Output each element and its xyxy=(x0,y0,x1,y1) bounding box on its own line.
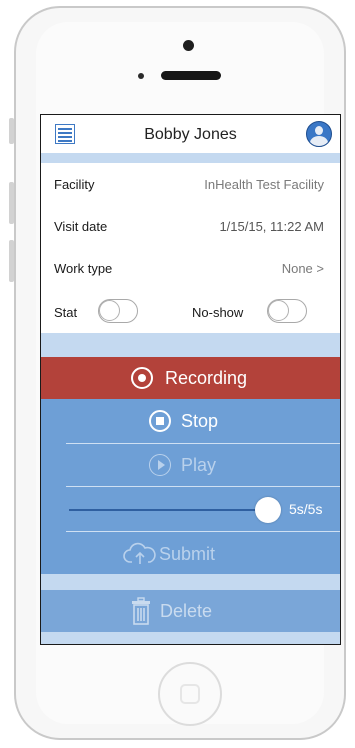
trash-icon xyxy=(132,597,150,625)
toggle-knob xyxy=(268,300,289,321)
toggle-knob xyxy=(99,300,120,321)
mute-switch xyxy=(9,118,14,144)
recording-button[interactable]: Recording xyxy=(41,357,340,399)
no-show-label: No-show xyxy=(192,305,244,320)
play-button[interactable]: Play xyxy=(41,444,340,486)
record-icon xyxy=(131,367,153,389)
footer-band xyxy=(41,632,340,644)
page-title: Bobby Jones xyxy=(144,126,237,143)
work-type-row[interactable]: Work type None > xyxy=(41,247,340,289)
flags-row: Stat No-show xyxy=(41,289,340,333)
cloud-upload-icon xyxy=(123,542,156,564)
play-icon xyxy=(149,454,171,476)
volume-down-button xyxy=(9,240,14,282)
no-show-toggle[interactable] xyxy=(267,299,307,323)
stop-label: Stop xyxy=(181,411,219,431)
play-label: Play xyxy=(181,455,217,475)
facility-row[interactable]: Facility InHealth Test Facility xyxy=(41,163,340,205)
divider xyxy=(66,486,340,487)
visit-date-label: Visit date xyxy=(54,219,108,234)
delete-button[interactable]: Delete xyxy=(41,590,340,632)
stop-button[interactable]: Stop xyxy=(41,399,340,443)
front-camera xyxy=(183,40,194,51)
user-avatar-icon[interactable] xyxy=(306,121,332,147)
app-screen: Bobby Jones Facility InHealth Test Facil… xyxy=(40,114,341,645)
home-button[interactable] xyxy=(158,662,222,726)
recording-label: Recording xyxy=(165,368,248,388)
playback-slider-track[interactable] xyxy=(69,509,269,511)
form-divider xyxy=(41,333,340,357)
home-square-icon xyxy=(180,684,200,704)
volume-up-button xyxy=(9,182,14,224)
submit-label: Submit xyxy=(159,544,216,564)
stat-label: Stat xyxy=(54,305,78,320)
recorder-divider xyxy=(41,574,340,590)
nav-header: Bobby Jones xyxy=(41,115,340,153)
earpiece-speaker xyxy=(161,71,221,80)
delete-label: Delete xyxy=(160,601,213,621)
facility-label: Facility xyxy=(54,177,95,192)
stop-icon xyxy=(149,410,171,432)
work-type-value: None > xyxy=(281,261,324,276)
stat-toggle[interactable] xyxy=(98,299,138,323)
playback-progress-label: 5s/5s xyxy=(289,501,323,517)
facility-value: InHealth Test Facility xyxy=(204,177,324,192)
visit-date-row[interactable]: Visit date 1/15/15, 11:22 AM xyxy=(41,205,340,247)
visit-date-value: 1/15/15, 11:22 AM xyxy=(219,219,324,234)
playback-slider-knob[interactable] xyxy=(255,497,281,523)
header-divider xyxy=(41,153,340,163)
work-type-label: Work type xyxy=(54,261,113,276)
proximity-sensor xyxy=(138,73,144,79)
submit-button[interactable]: Submit xyxy=(41,532,340,574)
